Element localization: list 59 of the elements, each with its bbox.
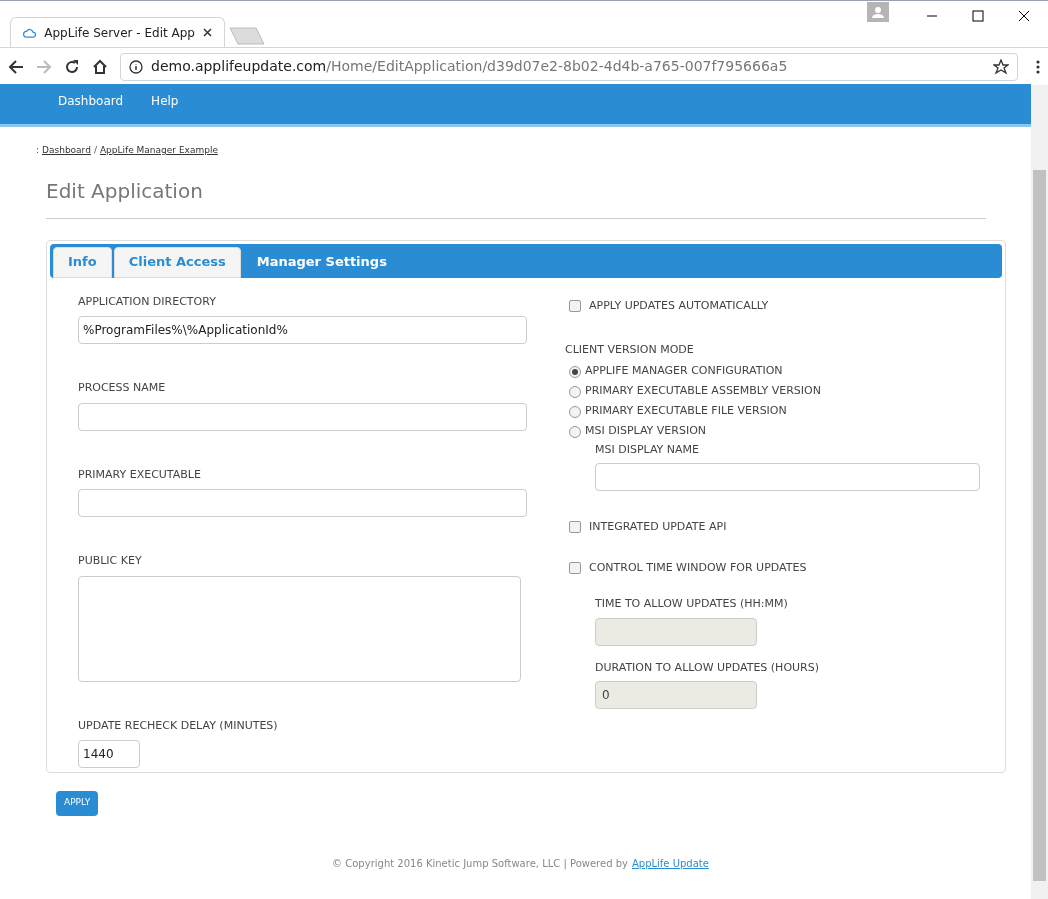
tab[interactable]: Manager Settings [242,246,401,278]
checkbox[interactable] [569,521,581,534]
radio-button[interactable] [569,385,581,398]
group-label: CLIENT VERSION MODE [565,342,695,358]
nav-link[interactable]: Help [151,92,179,110]
radio-button[interactable] [569,365,581,378]
info-icon[interactable] [129,59,143,74]
field-label: PUBLIC KEY [78,553,143,569]
tab-title: AppLife Server - Edit App [44,24,195,42]
radio-button[interactable] [569,405,581,418]
field-label: TIME TO ALLOW UPDATES (HH:MM) [595,596,789,612]
maximize-icon[interactable] [972,10,984,22]
radio-label: MSI DISPLAY VERSION [585,423,707,440]
input-field[interactable]: 1440 [78,740,140,768]
checkbox-label: CONTROL TIME WINDOW FOR UPDATES [589,559,807,576]
apply-button[interactable]: APPLY [56,790,99,816]
url-text: demo.applifeupdate.com/Home/EditApplication/d39d07e2-8b02-4d4b-a765-007f795666a5 [151,57,789,76]
input-field[interactable] [595,463,980,491]
input-field[interactable]: %ProgramFiles%\%ApplicationId% [78,316,527,344]
menu-icon[interactable] [1036,58,1040,75]
nav-link[interactable]: Dashboard [58,92,124,110]
footer-link[interactable]: AppLife Update [631,855,709,871]
input-field[interactable] [78,402,527,431]
home-icon[interactable] [92,58,108,75]
breadcrumb-separator: / [93,144,97,157]
breadcrumb-link[interactable]: Dashboard [42,144,91,158]
scrollbar-thumb[interactable] [1033,170,1046,881]
field-label: MSI DISPLAY NAME [595,441,700,458]
field-label: UPDATE RECHECK DELAY (MINUTES) [78,717,279,734]
scrollbar[interactable] [1031,84,1048,899]
cloud-icon [23,26,37,39]
radio-label: PRIMARY EXECUTABLE ASSEMBLY VERSION [585,383,821,400]
back-icon[interactable] [8,58,24,75]
address-bar[interactable]: demo.applifeupdate.com/Home/EditApplication/d39d07e2-8b02-4d4b-a765-007f795666a5 [120,52,1018,81]
profile-icon[interactable] [867,2,889,22]
browser-tab[interactable]: AppLife Server - Edit App [10,17,225,47]
radio-button[interactable] [569,425,581,438]
checkbox-label: INTEGRATED UPDATE API [589,519,727,535]
input-field[interactable] [78,489,527,517]
field-label: DURATION TO ALLOW UPDATES (HOURS) [595,659,820,676]
checkbox-label: APPLY UPDATES AUTOMATICALLY [589,297,769,314]
close-icon[interactable] [203,28,212,37]
copyright-text: © Copyright 2016 Kinetic Jump Software, LLC | Powered by [332,856,628,871]
input-field[interactable] [78,575,521,682]
checkbox[interactable] [569,561,581,574]
field-label: PRIMARY EXECUTABLE [78,466,202,483]
checkbox[interactable] [569,299,581,312]
close-icon[interactable] [1018,10,1030,22]
star-icon[interactable] [993,58,1009,75]
radio-label: APPLIFE MANAGER CONFIGURATION [585,363,783,380]
field-label: APPLICATION DIRECTORY [78,293,217,310]
forward-icon[interactable] [36,58,52,75]
breadcrumb-separator: : [36,144,40,157]
page-title: Edit Application [46,177,204,204]
new-tab-icon[interactable] [229,27,265,45]
radio-label: PRIMARY EXECUTABLE FILE VERSION [585,403,787,420]
field-label: PROCESS NAME [78,380,167,396]
reload-icon[interactable] [64,58,80,75]
breadcrumb-link[interactable]: AppLife Manager Example [99,144,218,158]
